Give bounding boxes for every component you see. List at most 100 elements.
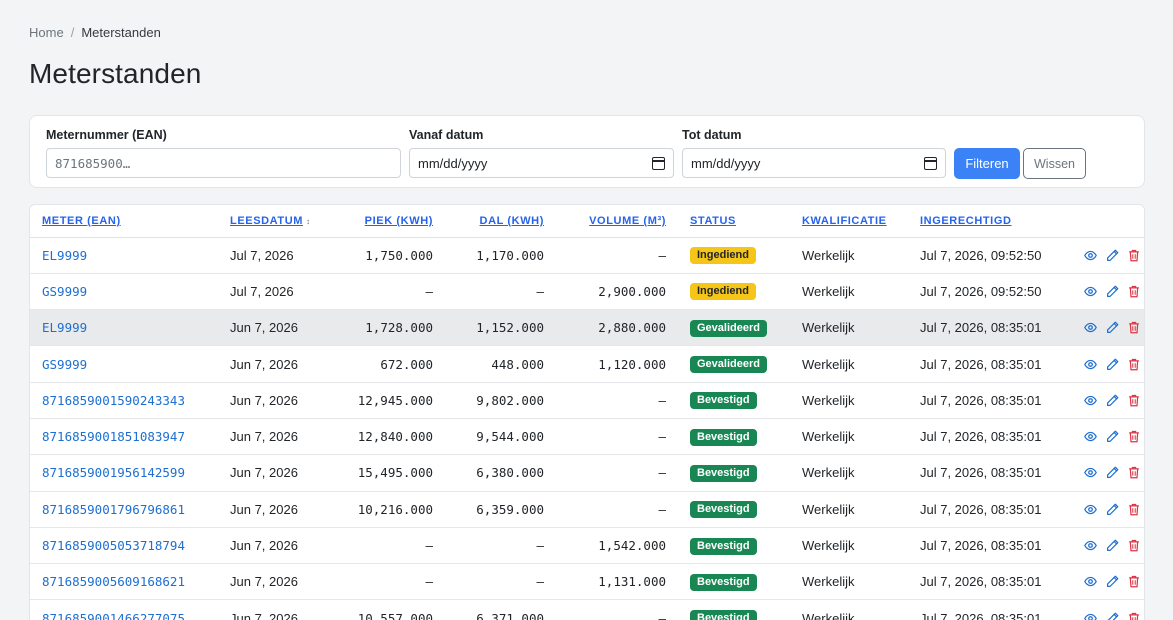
eye-icon[interactable] [1084,539,1097,552]
status-badge: Bevestigd [690,537,757,555]
cell-date: Jun 7, 2026 [218,382,328,419]
table-row: 8716859005609168621 Jun 7, 2026— —1,131.00… [30,563,1144,601]
col-header-actions [1068,205,1144,238]
cell-qualification: Werkelijk [790,309,908,347]
pencil-icon[interactable] [1106,249,1119,262]
trash-icon[interactable] [1128,612,1140,620]
filter-button[interactable]: Filteren [954,148,1020,179]
clear-button[interactable]: Wissen [1023,148,1086,179]
pencil-icon[interactable] [1106,430,1119,443]
trash-icon[interactable] [1128,285,1140,298]
cell-qualification: Werkelijk [790,273,908,311]
eye-icon[interactable] [1084,503,1097,516]
meter-link[interactable]: 8716859001796796861 [42,502,185,517]
col-header-volume[interactable]: Volume (m³) [556,205,678,238]
col-header-status[interactable]: Status [678,205,790,238]
meter-link[interactable]: GS9999 [42,284,87,299]
cell-meter: 8716859001590243343 [30,382,218,419]
eye-icon[interactable] [1084,612,1097,620]
trash-icon[interactable] [1128,575,1140,588]
trash-icon[interactable] [1128,503,1140,516]
cell-date: Jun 7, 2026 [218,345,328,383]
status-badge: Bevestigd [690,464,757,482]
table-row: 8716859001796796861 Jun 7, 2026 10,216.000… [30,491,1144,528]
table-row: 8716859005053718794 Jun 7, 2026— —1,542.00… [30,527,1144,565]
eye-icon[interactable] [1084,466,1097,479]
calendar-icon[interactable] [652,156,665,170]
trash-icon[interactable] [1128,466,1140,479]
eye-icon[interactable] [1084,394,1097,407]
eye-icon[interactable] [1084,249,1097,262]
trash-icon[interactable] [1128,321,1140,334]
pencil-icon[interactable] [1106,466,1119,479]
table-row: 8716859001956142599 Jun 7, 2026 15,495.000… [30,454,1144,492]
meter-link[interactable]: 8716859001956142599 [42,465,185,480]
breadcrumb-separator: / [70,25,75,40]
cell-qualification: Werkelijk [790,454,908,492]
cell-date: Jun 7, 2026 [218,491,328,528]
cell-peak: — [328,527,445,565]
meter-link[interactable]: 8716859001466277075 [42,611,185,620]
col-header-date[interactable]: Leesdatum ↕ [218,205,328,238]
cell-peak: 10,557.000 [328,599,445,620]
col-header-offpeak[interactable]: Dal (kWh) [445,205,556,238]
readings-table: Meter (EAN) Leesdatum ↕ Piek (kWh) Dal (k… [30,205,1144,620]
to-date-input[interactable]: mm/dd/yyyy [682,148,946,178]
pencil-icon[interactable] [1106,503,1119,516]
trash-icon[interactable] [1128,430,1140,443]
cell-submitted: Jul 7, 2026, 08:35:01 [908,418,1068,456]
page-title: Meterstanden [29,58,202,89]
cell-qualification: Werkelijk [790,527,908,565]
col-header-meter[interactable]: Meter (EAN) [30,205,218,238]
pencil-icon[interactable] [1106,285,1119,298]
pencil-icon[interactable] [1106,358,1119,371]
meter-link[interactable]: 8716859001851083947 [42,429,185,444]
trash-icon[interactable] [1128,394,1140,407]
eye-icon[interactable] [1084,430,1097,443]
from-date-value: mm/dd/yyyy [418,155,488,171]
meter-link[interactable]: EL9999 [42,248,87,263]
cell-qualification: Werkelijk [790,563,908,601]
cell-offpeak: 1,170.000 [445,237,556,274]
trash-icon[interactable] [1128,249,1140,262]
cell-submitted: Jul 7, 2026, 08:35:01 [908,345,1068,383]
ean-filter-group: Meternummer (EAN) 871685900… [46,128,401,178]
pencil-icon[interactable] [1106,321,1119,334]
meter-link[interactable]: 8716859005053718794 [42,538,185,553]
trash-icon[interactable] [1128,539,1140,552]
ean-input[interactable]: 871685900… [46,148,401,178]
cell-submitted: Jul 7, 2026, 08:35:01 [908,454,1068,492]
eye-icon[interactable] [1084,358,1097,371]
pencil-icon[interactable] [1106,575,1119,588]
meter-link[interactable]: 8716859005609168621 [42,574,185,589]
col-header-peak[interactable]: Piek (kWh) [328,205,445,238]
cell-submitted: Jul 7, 2026, 09:52:50 [908,273,1068,311]
meter-link[interactable]: EL9999 [42,320,87,335]
eye-icon[interactable] [1084,321,1097,334]
calendar-icon[interactable] [924,156,937,170]
cell-status: Bevestigd [678,454,790,492]
cell-qualification: Werkelijk [790,418,908,456]
from-date-filter-group: Vanaf datum mm/dd/yyyy [409,128,674,178]
breadcrumb-home[interactable]: Home [29,25,64,40]
from-date-input[interactable]: mm/dd/yyyy [409,148,674,178]
cell-volume: — [556,237,678,274]
meter-link[interactable]: 8716859001590243343 [42,393,185,408]
cell-peak: 1,750.000 [328,237,445,274]
pencil-icon[interactable] [1106,394,1119,407]
meter-link[interactable]: GS9999 [42,357,87,372]
eye-icon[interactable] [1084,575,1097,588]
cell-date: Jun 7, 2026 [218,309,328,347]
eye-icon[interactable] [1084,285,1097,298]
col-header-qualification[interactable]: Kwalificatie [790,205,908,238]
col-header-submitted[interactable]: Ingerechtigd [908,205,1068,238]
to-date-filter-group: Tot datum mm/dd/yyyy [682,128,946,178]
table-row: GS9999 Jun 7, 2026 672.000 448.000 1,120.000… [30,345,1144,383]
trash-icon[interactable] [1128,358,1140,371]
pencil-icon[interactable] [1106,612,1119,620]
pencil-icon[interactable] [1106,539,1119,552]
status-badge: Ingediend [690,283,756,301]
cell-peak: 1,728.000 [328,309,445,347]
cell-offpeak: 6,371.000 [445,599,556,620]
cell-status: Bevestigd [678,599,790,620]
